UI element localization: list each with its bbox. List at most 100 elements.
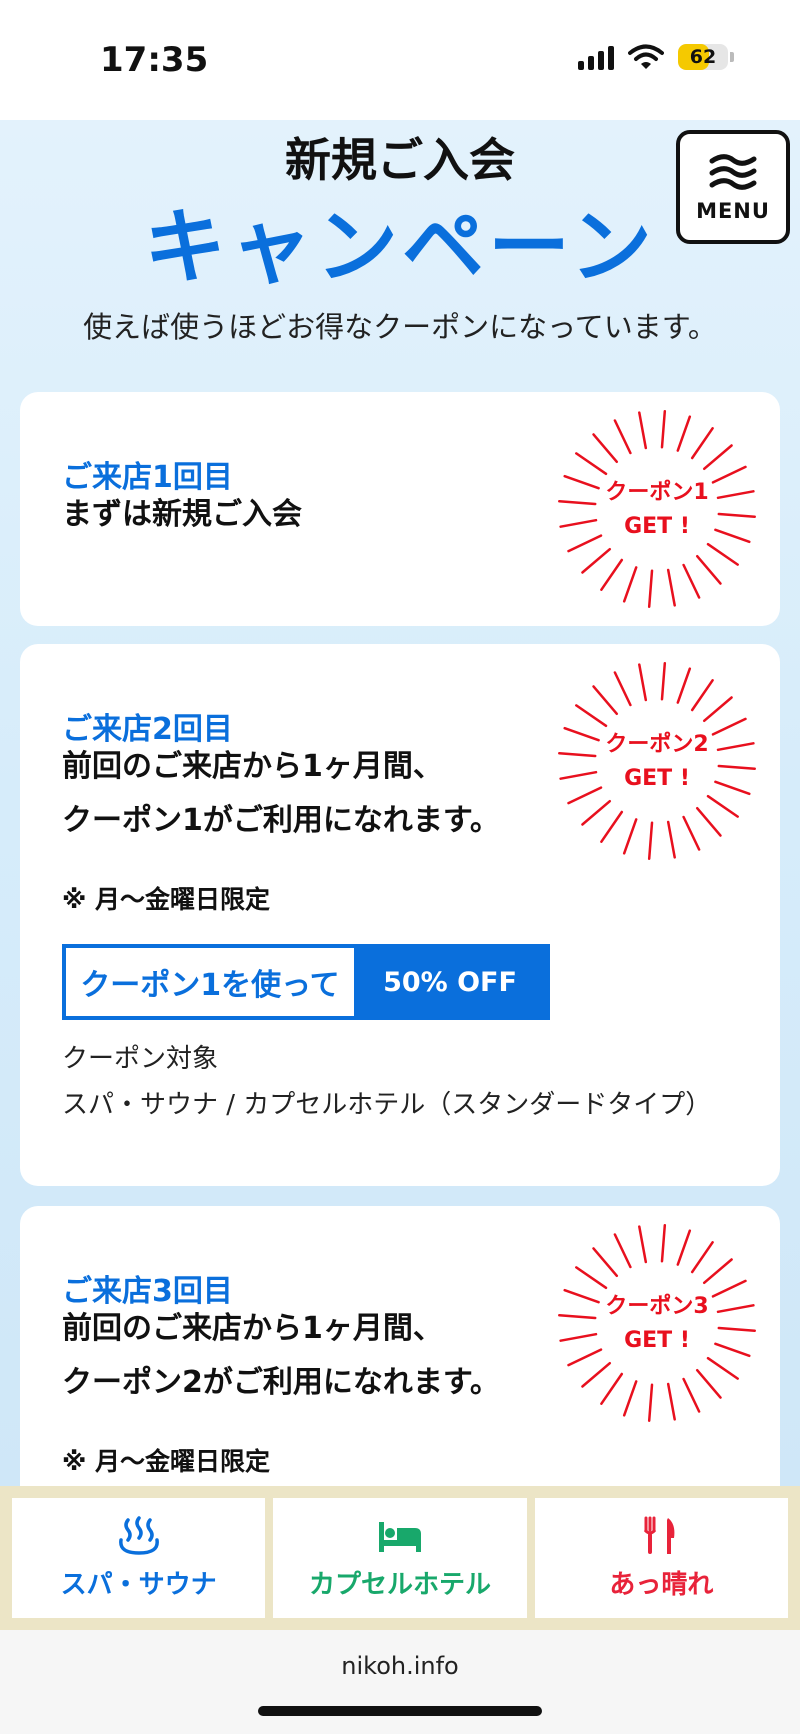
burst-ray: [647, 569, 654, 608]
cellular-signal-icon: [578, 44, 614, 70]
bed-icon: [378, 1521, 421, 1552]
coupon-discount-button[interactable]: クーポン1を使って 50% OFF: [62, 944, 550, 1020]
coupon-get-badge: クーポン3 GET !: [552, 1218, 762, 1428]
burst-ray: [638, 663, 648, 702]
nav-appare[interactable]: あっ晴れ: [534, 1498, 788, 1618]
fork-knife-icon: [644, 1516, 675, 1554]
menu-button[interactable]: MENU: [676, 130, 790, 244]
coupon-use-label: クーポン1を使って: [66, 948, 354, 1016]
hot-spring-icon: [118, 1515, 159, 1555]
burst-ray: [702, 696, 733, 723]
burst-ray: [660, 410, 667, 449]
burst-ray: [622, 566, 638, 603]
burst-ray: [660, 1224, 667, 1263]
wifi-icon: [628, 44, 664, 69]
nav-capsule-hotel[interactable]: カプセルホテル: [273, 1498, 527, 1618]
visit-description: まずは新規ご入会: [62, 488, 302, 542]
bottom-nav: スパ・サウナ カプセルホテル あっ晴れ: [0, 1486, 800, 1630]
burst-ray: [666, 820, 676, 859]
burst-ray: [706, 542, 739, 566]
burst-ray: [581, 547, 612, 574]
visit-card-1: ご来店1回目 まずは新規ご入会 クーポン1 GET !: [20, 392, 780, 626]
burst-ray: [622, 818, 638, 855]
burst-ray: [682, 1377, 701, 1413]
home-indicator[interactable]: [258, 1706, 542, 1716]
campaign-subtitle: 使えば使うほどお得なクーポンになっています。: [83, 310, 717, 344]
burst-ray: [695, 1368, 722, 1399]
burst-ray: [622, 1380, 638, 1417]
burst-ray: [638, 1225, 648, 1264]
burst-ray: [581, 799, 612, 826]
visit-description: 前回のご来店から1ヶ月間、 クーポン1がご利用になれます。: [62, 740, 500, 848]
visit-card-3: ご来店3回目 前回のご来店から1ヶ月間、 クーポン2がご利用になれます。 ※ 月…: [20, 1206, 780, 1486]
battery-level: 62: [689, 46, 717, 68]
nav-spa-sauna[interactable]: スパ・サウナ: [12, 1498, 266, 1618]
badge-get-label: GET !: [624, 1328, 690, 1353]
badge-coupon-label: クーポン1: [605, 480, 709, 505]
burst-ray: [690, 679, 714, 712]
badge-get-label: GET !: [624, 766, 690, 791]
burst-ray: [660, 662, 667, 701]
weekday-note: ※ 月〜金曜日限定: [62, 885, 271, 914]
status-indicators: 62: [578, 44, 734, 70]
badge-coupon-label: クーポン2: [605, 732, 709, 757]
visit-description: 前回のご来店から1ヶ月間、 クーポン2がご利用になれます。: [62, 1302, 500, 1410]
burst-ray: [695, 554, 722, 585]
wave-menu-icon: [709, 154, 757, 190]
visit-description-line: 前回のご来店から1ヶ月間、: [62, 1311, 443, 1346]
coupon-target-label: クーポン対象: [62, 1044, 219, 1074]
nav-label: あっ晴れ: [609, 1569, 714, 1600]
burst-ray: [706, 1356, 739, 1380]
visit-card-2: ご来店2回目 前回のご来店から1ヶ月間、 クーポン1がご利用になれます。 ※ 月…: [20, 644, 780, 1186]
visit-description-line: クーポン2がご利用になれます。: [62, 1365, 500, 1400]
burst-ray: [592, 1247, 619, 1278]
burst-ray: [676, 667, 692, 704]
burst-ray: [666, 1382, 676, 1421]
nav-label: スパ・サウナ: [60, 1569, 217, 1600]
burst-ray: [647, 821, 654, 860]
burst-ray: [600, 558, 624, 591]
burst-ray: [613, 671, 632, 707]
burst-ray: [592, 685, 619, 716]
status-bar: 17:35 62: [0, 0, 800, 120]
burst-ray: [682, 815, 701, 851]
discount-label: 50% OFF: [354, 948, 546, 1016]
burst-ray: [690, 427, 714, 460]
weekday-note: ※ 月〜金曜日限定: [62, 1447, 271, 1476]
burst-ray: [638, 411, 648, 450]
burst-ray: [613, 419, 632, 455]
browser-url-bar[interactable]: nikoh.info: [0, 1630, 800, 1734]
badge-get-label: GET !: [624, 514, 690, 539]
main-content[interactable]: 新規ご入会 キャンペーン 使えば使うほどお得なクーポンになっています。 MENU…: [0, 120, 800, 1486]
burst-ray: [695, 806, 722, 837]
burst-ray: [676, 1229, 692, 1266]
coupon-target-value: スパ・サウナ / カプセルホテル（スタンダードタイプ）: [62, 1090, 712, 1120]
burst-ray: [613, 1233, 632, 1269]
burst-ray: [702, 1258, 733, 1285]
battery-icon: 62: [678, 44, 734, 70]
burst-ray: [600, 810, 624, 843]
burst-ray: [575, 452, 608, 476]
burst-ray: [682, 563, 701, 599]
burst-ray: [690, 1241, 714, 1274]
burst-ray: [647, 1383, 654, 1422]
coupon-get-badge: クーポン2 GET !: [552, 656, 762, 866]
visit-description-line: クーポン1がご利用になれます。: [62, 803, 500, 838]
visit-description-line: 前回のご来店から1ヶ月間、: [62, 749, 443, 784]
visit-description-line: まずは新規ご入会: [62, 497, 302, 532]
burst-ray: [575, 1266, 608, 1290]
burst-ray: [706, 794, 739, 818]
burst-ray: [666, 568, 676, 607]
burst-ray: [676, 415, 692, 452]
menu-label: MENU: [696, 199, 770, 223]
coupon-get-badge: クーポン1 GET !: [552, 404, 762, 614]
burst-ray: [581, 1361, 612, 1388]
burst-ray: [702, 444, 733, 471]
burst-ray: [575, 704, 608, 728]
badge-coupon-label: クーポン3: [605, 1294, 709, 1319]
burst-ray: [600, 1372, 624, 1405]
url-text[interactable]: nikoh.info: [0, 1652, 800, 1680]
status-time: 17:35: [100, 40, 209, 80]
burst-ray: [592, 433, 619, 464]
nav-label: カプセルホテル: [308, 1569, 491, 1600]
